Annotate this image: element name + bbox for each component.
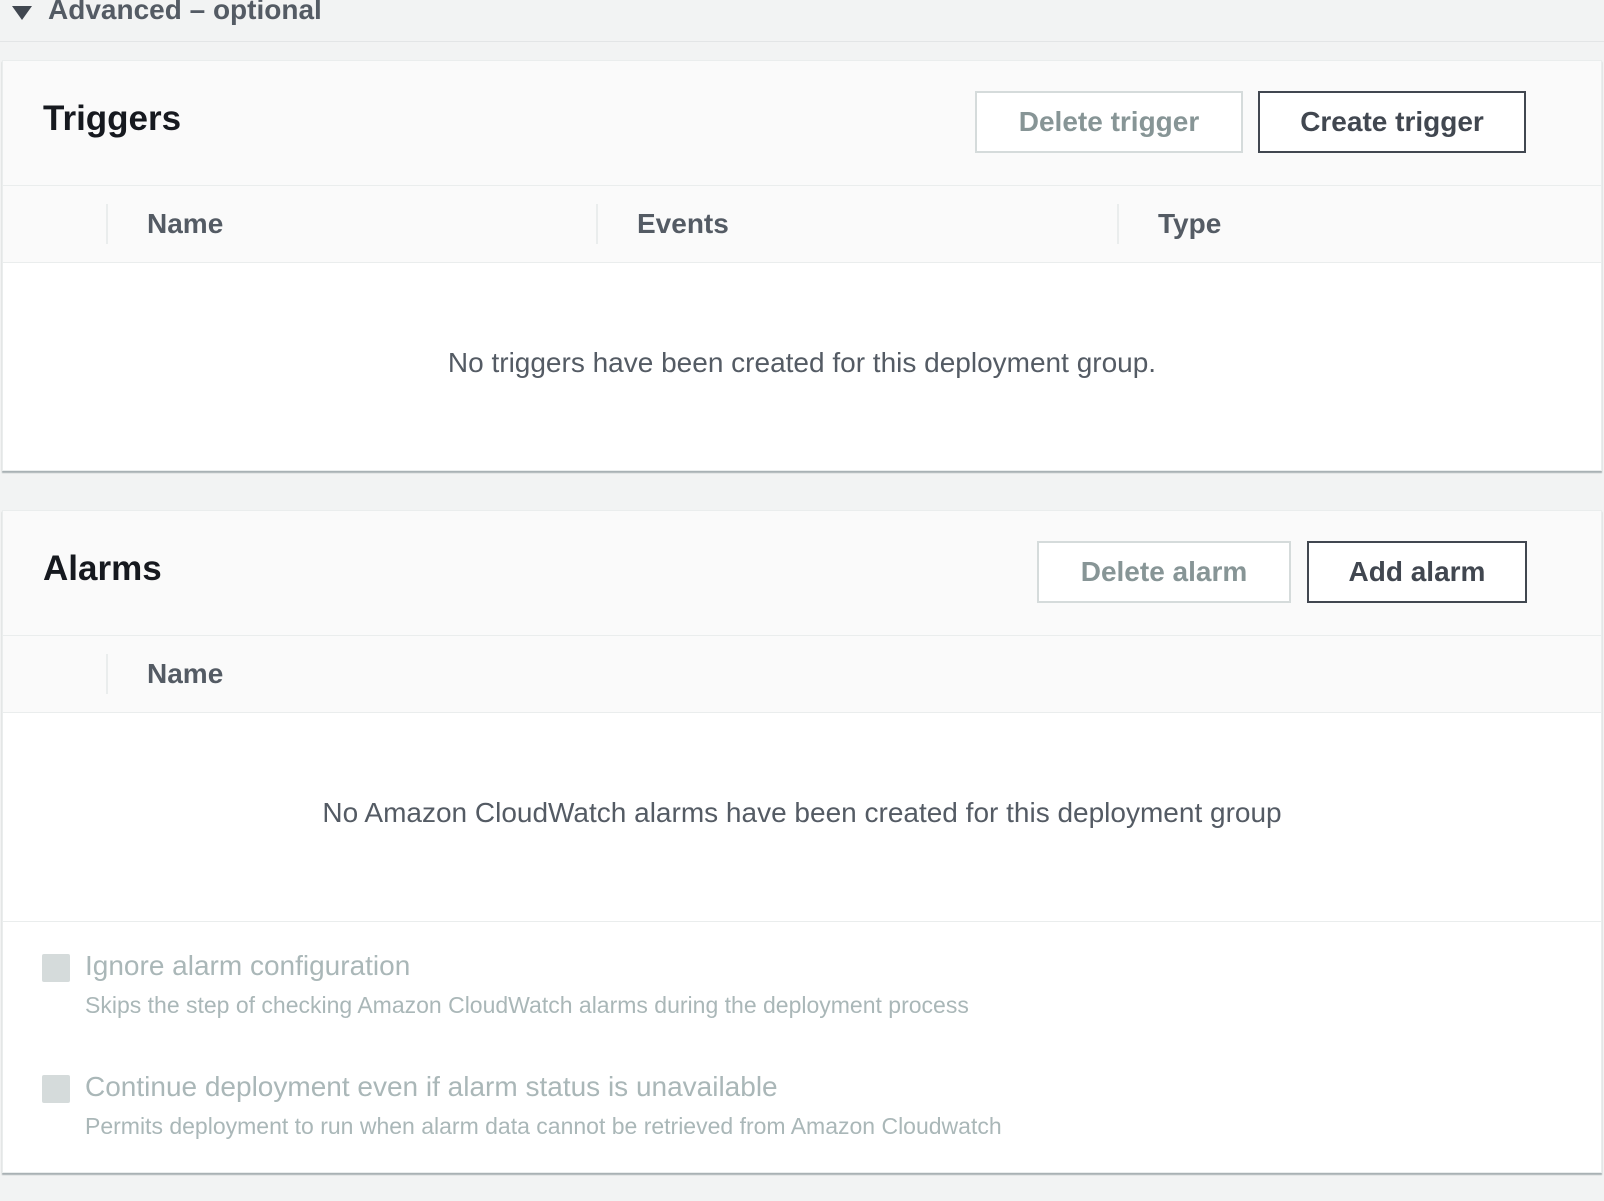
alarms-panel: Alarms Delete alarm Add alarm Name No Am… xyxy=(2,510,1602,1173)
alarms-header: Alarms Delete alarm Add alarm xyxy=(3,511,1601,636)
column-header-type[interactable]: Type xyxy=(1158,208,1221,240)
continue-deployment-label[interactable]: Continue deployment even if alarm status… xyxy=(85,1071,778,1103)
alarm-options: Ignore alarm configuration Skips the ste… xyxy=(3,921,1601,1172)
advanced-section-title[interactable]: Advanced – optional xyxy=(48,0,322,26)
triggers-table-header: Name Events Type xyxy=(3,186,1601,263)
ignore-alarm-checkbox[interactable] xyxy=(42,954,70,982)
triggers-header: Triggers Delete trigger Create trigger xyxy=(3,61,1601,186)
caret-down-icon[interactable] xyxy=(12,6,32,20)
triggers-title: Triggers xyxy=(43,99,182,138)
triggers-empty-state: No triggers have been created for this d… xyxy=(3,263,1601,470)
alarms-empty-message: No Amazon CloudWatch alarms have been cr… xyxy=(322,797,1282,828)
triggers-panel: Triggers Delete trigger Create trigger N… xyxy=(2,60,1602,471)
continue-deployment-checkbox[interactable] xyxy=(42,1075,70,1103)
column-header-name[interactable]: Name xyxy=(147,208,223,240)
add-alarm-button[interactable]: Add alarm xyxy=(1307,541,1527,603)
delete-trigger-button[interactable]: Delete trigger xyxy=(975,91,1243,153)
column-divider xyxy=(106,654,108,694)
alarms-title: Alarms xyxy=(43,549,162,588)
create-trigger-button[interactable]: Create trigger xyxy=(1258,91,1526,153)
alarms-empty-state: No Amazon CloudWatch alarms have been cr… xyxy=(3,713,1601,921)
continue-deployment-description: Permits deployment to run when alarm dat… xyxy=(85,1113,1002,1139)
column-divider xyxy=(596,204,598,244)
column-divider xyxy=(106,204,108,244)
triggers-empty-message: No triggers have been created for this d… xyxy=(447,347,1157,378)
column-divider xyxy=(1117,204,1119,244)
advanced-section-header[interactable]: Advanced – optional xyxy=(0,0,1604,42)
ignore-alarm-description: Skips the step of checking Amazon CloudW… xyxy=(85,992,969,1018)
delete-alarm-button[interactable]: Delete alarm xyxy=(1037,541,1291,603)
column-header-name[interactable]: Name xyxy=(147,658,223,690)
ignore-alarm-label[interactable]: Ignore alarm configuration xyxy=(85,950,410,982)
column-header-events[interactable]: Events xyxy=(637,208,729,240)
alarms-table-header: Name xyxy=(3,636,1601,713)
